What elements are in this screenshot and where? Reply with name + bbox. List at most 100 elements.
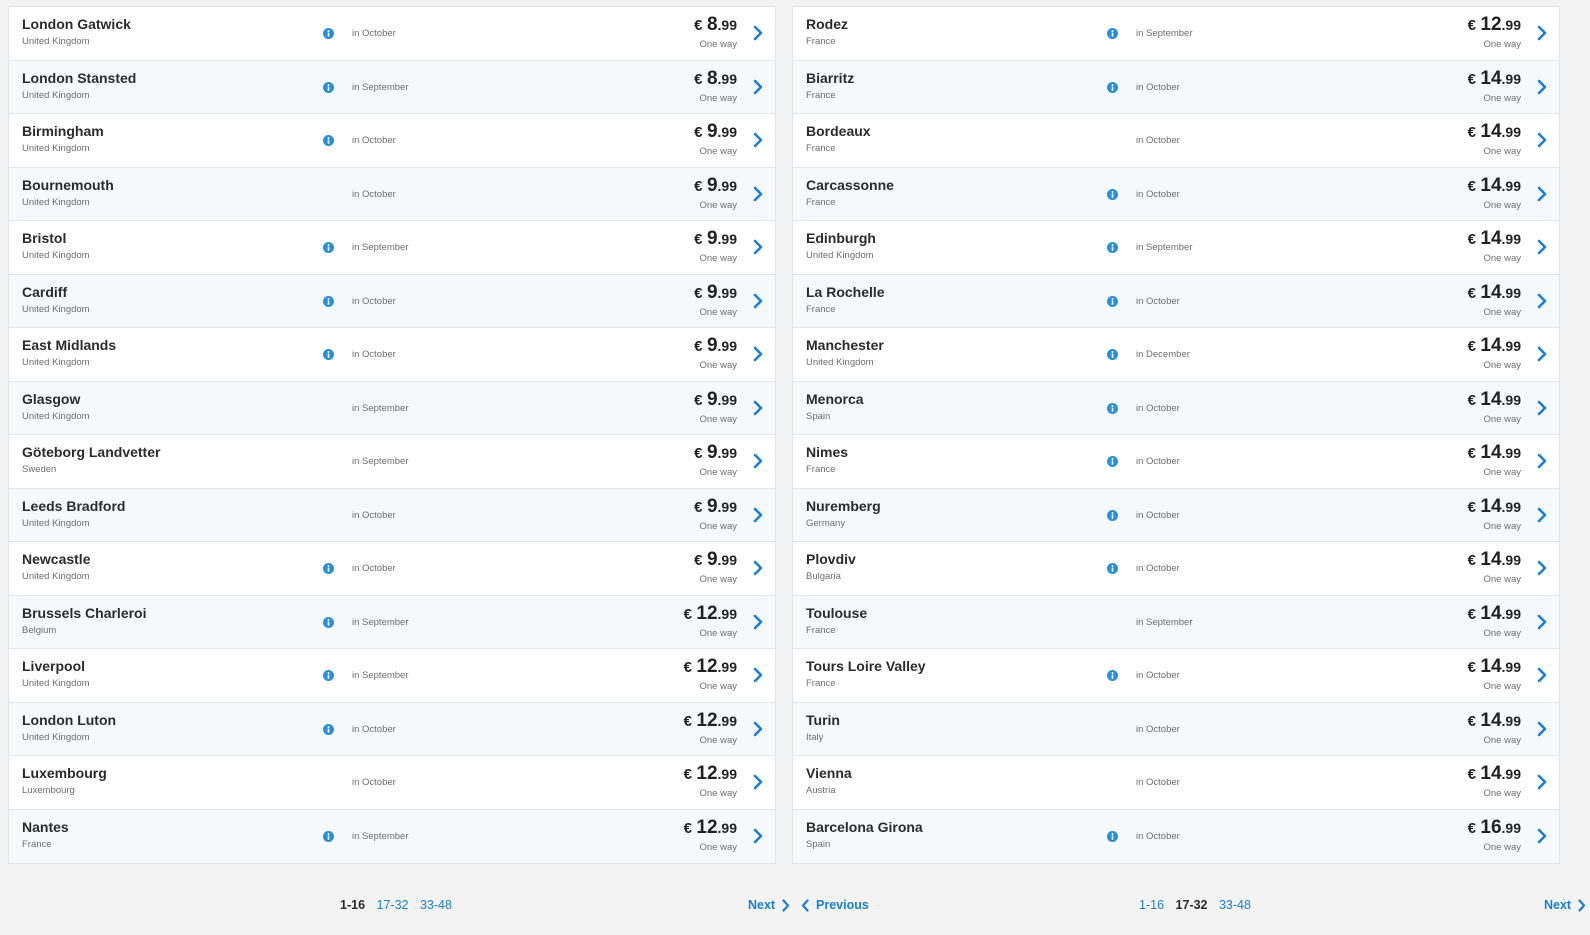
destination-row[interactable]: Cardiff United Kingdom in October € 9.99… bbox=[9, 274, 775, 328]
chevron-right-icon[interactable] bbox=[1537, 774, 1547, 790]
info-icon[interactable] bbox=[323, 563, 334, 574]
travel-month: in September bbox=[1136, 242, 1193, 253]
chevron-right-icon[interactable] bbox=[1537, 667, 1547, 683]
info-icon[interactable] bbox=[1107, 563, 1118, 574]
chevron-right-icon[interactable] bbox=[753, 560, 763, 576]
destination-row[interactable]: London Stansted United Kingdom in Septem… bbox=[9, 60, 775, 114]
chevron-right-icon[interactable] bbox=[1537, 614, 1547, 630]
destination-row[interactable]: Liverpool United Kingdom in September € … bbox=[9, 649, 775, 703]
destination-row[interactable]: Bournemouth United Kingdom in October € … bbox=[9, 167, 775, 221]
destination-row[interactable]: Barcelona Girona Spain in October € 16.9… bbox=[793, 809, 1559, 863]
destination-row[interactable]: East Midlands United Kingdom in October … bbox=[9, 328, 775, 382]
destination-row[interactable]: Leeds Bradford United Kingdom in October… bbox=[9, 488, 775, 542]
destination-row[interactable]: Menorca Spain in October € 14.99 One way bbox=[793, 381, 1559, 435]
page-link-1-16[interactable]: 1-16 bbox=[340, 898, 365, 912]
chevron-right-icon[interactable] bbox=[753, 774, 763, 790]
previous-button-right[interactable]: Previous bbox=[801, 898, 869, 912]
page-link-17-32[interactable]: 17-32 bbox=[1176, 898, 1208, 912]
chevron-right-icon[interactable] bbox=[753, 453, 763, 469]
info-icon[interactable] bbox=[323, 349, 334, 360]
info-icon[interactable] bbox=[1107, 295, 1118, 307]
chevron-right-icon[interactable] bbox=[1537, 721, 1547, 737]
destination-row[interactable]: Brussels Charleroi Belgium in September … bbox=[9, 595, 775, 649]
destination-row[interactable]: Birmingham United Kingdom in October € 9… bbox=[9, 114, 775, 168]
chevron-right-icon[interactable] bbox=[1537, 453, 1547, 469]
destination-row[interactable]: Biarritz France in October € 14.99 One w… bbox=[793, 60, 1559, 114]
info-icon[interactable] bbox=[323, 830, 334, 842]
destination-row[interactable]: Luxembourg Luxembourg in October € 12.99… bbox=[9, 756, 775, 810]
chevron-right-icon[interactable] bbox=[753, 667, 763, 683]
next-button-left[interactable]: Next bbox=[748, 898, 790, 912]
destination-row[interactable]: London Gatwick United Kingdom in October… bbox=[9, 7, 775, 61]
destination-row[interactable]: Tours Loire Valley France in October € 1… bbox=[793, 649, 1559, 703]
chevron-right-icon[interactable] bbox=[753, 507, 763, 523]
destination-row[interactable]: Newcastle United Kingdom in October € 9.… bbox=[9, 542, 775, 596]
destination-row[interactable]: Nimes France in October € 14.99 One way bbox=[793, 435, 1559, 489]
info-icon[interactable] bbox=[1107, 242, 1118, 253]
page-link-33-48[interactable]: 33-48 bbox=[1219, 898, 1251, 912]
next-label: Next bbox=[1544, 898, 1572, 912]
page-link-33-48[interactable]: 33-48 bbox=[420, 898, 452, 912]
chevron-right-icon[interactable] bbox=[753, 132, 763, 148]
fare-price: € 9.99 bbox=[694, 282, 737, 304]
info-icon[interactable] bbox=[1107, 81, 1118, 93]
info-icon[interactable] bbox=[323, 670, 334, 681]
info-icon[interactable] bbox=[323, 723, 334, 735]
destination-row[interactable]: Toulouse France in September € 14.99 One… bbox=[793, 595, 1559, 649]
info-icon[interactable] bbox=[323, 295, 334, 307]
destination-row[interactable]: Göteborg Landvetter Sweden in September … bbox=[9, 435, 775, 489]
destination-row[interactable]: Manchester United Kingdom in December € … bbox=[793, 328, 1559, 382]
info-icon[interactable] bbox=[1107, 402, 1118, 414]
destination-row[interactable]: Nantes France in September € 12.99 One w… bbox=[9, 809, 775, 863]
info-icon[interactable] bbox=[323, 616, 334, 628]
page-link-17-32[interactable]: 17-32 bbox=[377, 898, 409, 912]
chevron-right-icon[interactable] bbox=[1537, 400, 1547, 416]
chevron-right-icon[interactable] bbox=[1537, 186, 1547, 202]
destination-row[interactable]: Bristol United Kingdom in September € 9.… bbox=[9, 221, 775, 275]
info-icon[interactable] bbox=[323, 242, 334, 253]
chevron-right-icon[interactable] bbox=[1537, 79, 1547, 95]
chevron-right-icon[interactable] bbox=[753, 828, 763, 844]
destination-row[interactable]: Glasgow United Kingdom in September € 9.… bbox=[9, 381, 775, 435]
next-button-right[interactable]: Next bbox=[1544, 898, 1586, 912]
info-icon[interactable] bbox=[1107, 830, 1118, 842]
chevron-right-icon[interactable] bbox=[1537, 25, 1547, 41]
info-icon[interactable] bbox=[1107, 670, 1118, 681]
chevron-right-icon[interactable] bbox=[753, 79, 763, 95]
page-link-1-16[interactable]: 1-16 bbox=[1139, 898, 1164, 912]
destination-row[interactable]: Nuremberg Germany in October € 14.99 One… bbox=[793, 488, 1559, 542]
destination-row[interactable]: Carcassonne France in October € 14.99 On… bbox=[793, 167, 1559, 221]
info-icon[interactable] bbox=[323, 28, 334, 39]
chevron-right-icon[interactable] bbox=[753, 721, 763, 737]
chevron-right-icon[interactable] bbox=[753, 400, 763, 416]
destination-row[interactable]: Turin Italy in October € 14.99 One way bbox=[793, 702, 1559, 756]
chevron-right-icon[interactable] bbox=[753, 186, 763, 202]
chevron-right-icon[interactable] bbox=[753, 293, 763, 309]
info-icon[interactable] bbox=[1107, 349, 1118, 360]
chevron-right-icon[interactable] bbox=[1537, 132, 1547, 148]
chevron-right-icon[interactable] bbox=[1537, 293, 1547, 309]
fare-currency: € bbox=[694, 284, 703, 302]
chevron-right-icon[interactable] bbox=[753, 614, 763, 630]
info-icon[interactable] bbox=[1107, 188, 1118, 200]
destination-row[interactable]: London Luton United Kingdom in October €… bbox=[9, 702, 775, 756]
destination-row[interactable]: Edinburgh United Kingdom in September € … bbox=[793, 221, 1559, 275]
info-icon[interactable] bbox=[323, 135, 334, 146]
chevron-right-icon[interactable] bbox=[1537, 507, 1547, 523]
chevron-right-icon[interactable] bbox=[753, 25, 763, 41]
chevron-right-icon[interactable] bbox=[753, 239, 763, 255]
info-icon[interactable] bbox=[1107, 28, 1118, 39]
chevron-right-icon[interactable] bbox=[1537, 828, 1547, 844]
info-icon[interactable] bbox=[323, 81, 334, 93]
info-icon[interactable] bbox=[1107, 509, 1118, 521]
destination-row[interactable]: Plovdiv Bulgaria in October € 14.99 One … bbox=[793, 542, 1559, 596]
destination-row[interactable]: Bordeaux France in October € 14.99 One w… bbox=[793, 114, 1559, 168]
info-icon[interactable] bbox=[1107, 456, 1118, 467]
destination-row[interactable]: Rodez France in September € 12.99 One wa… bbox=[793, 7, 1559, 61]
chevron-right-icon[interactable] bbox=[1537, 560, 1547, 576]
chevron-right-icon[interactable] bbox=[753, 346, 763, 362]
destination-row[interactable]: La Rochelle France in October € 14.99 On… bbox=[793, 274, 1559, 328]
chevron-right-icon[interactable] bbox=[1537, 346, 1547, 362]
chevron-right-icon[interactable] bbox=[1537, 239, 1547, 255]
destination-row[interactable]: Vienna Austria in October € 14.99 One wa… bbox=[793, 756, 1559, 810]
